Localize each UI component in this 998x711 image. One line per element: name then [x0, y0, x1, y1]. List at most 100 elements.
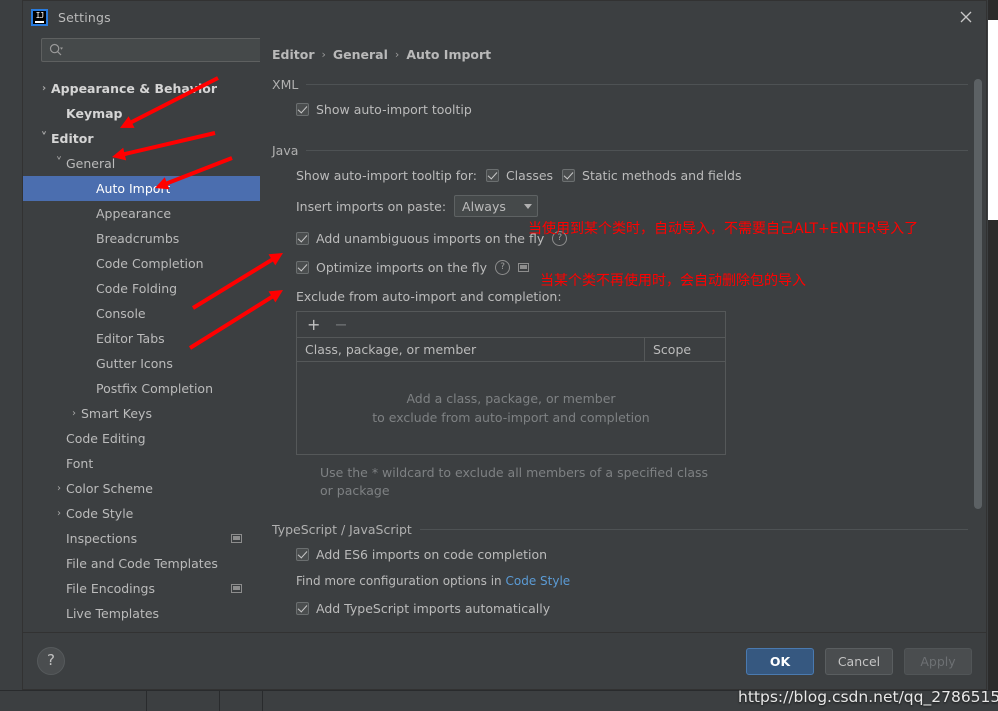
sidebar-item-code-folding[interactable]: Code Folding: [23, 276, 260, 301]
breadcrumb: Editor › General › Auto Import: [272, 33, 986, 62]
help-icon[interactable]: ?: [495, 260, 511, 275]
breadcrumb-item-0[interactable]: Editor: [272, 47, 315, 62]
dialog-title: Settings: [58, 9, 111, 25]
sidebar-item-font[interactable]: Font: [23, 451, 260, 476]
checkbox-label: Show auto-import tooltip: [316, 102, 472, 117]
row-add-typescript-imports[interactable]: Add TypeScript imports automatically: [296, 601, 986, 616]
sidebar-item-label: Editor: [51, 131, 94, 146]
sidebar-item-label: Code Editing: [66, 431, 146, 446]
chevron-right-icon[interactable]: ›: [52, 508, 66, 519]
sidebar-item-label: Inspections: [66, 531, 138, 546]
search-box[interactable]: [41, 38, 260, 62]
plus-icon[interactable]: +: [307, 316, 320, 333]
exclude-table-header: Class, package, or member Scope: [297, 338, 725, 362]
exclude-table-toolbar: + −: [297, 312, 725, 338]
sidebar-item-auto-import[interactable]: Auto Import: [23, 176, 260, 201]
help-icon[interactable]: ?: [552, 231, 568, 246]
help-question-icon[interactable]: ?: [37, 647, 65, 675]
sidebar-item-label: Appearance: [96, 206, 172, 221]
sidebar-item-label: General: [66, 156, 116, 171]
breadcrumb-item-2: Auto Import: [406, 47, 492, 62]
ok-button[interactable]: OK: [746, 647, 814, 675]
sidebar-item-label: Code Completion: [96, 256, 204, 271]
search-input[interactable]: [63, 43, 260, 57]
sidebar-item-breadcrumbs[interactable]: Breadcrumbs: [23, 226, 260, 251]
section-xml-title: XML: [272, 77, 986, 92]
row-add-unambiguous-imports[interactable]: Add unambiguous imports on the fly ?: [296, 231, 986, 246]
sidebar-item-label: Postfix Completion: [96, 381, 213, 396]
sidebar-item-color-scheme[interactable]: › Color Scheme: [23, 476, 260, 501]
exclude-table: + − Class, package, or member Scope Add …: [296, 311, 726, 455]
screen: Settings: [0, 0, 998, 711]
sidebar-item-live-templates[interactable]: Live Templates: [23, 601, 260, 626]
sidebar-item-appearance-behavior[interactable]: › Appearance & Behavior: [23, 76, 260, 101]
section-divider: [419, 529, 968, 530]
chevron-right-icon[interactable]: ›: [67, 408, 81, 419]
sidebar-item-gutter-icons[interactable]: Gutter Icons: [23, 351, 260, 376]
sidebar-item-label: Console: [96, 306, 146, 321]
checkbox-optimize-imports-on-the-fly[interactable]: [296, 261, 309, 274]
label-exclude-from-auto-import: Exclude from auto-import and completion:: [296, 289, 562, 304]
checkbox-label-static: Static methods and fields: [582, 168, 742, 183]
sidebar-item-keymap[interactable]: Keymap: [23, 101, 260, 126]
sidebar-item-code-style[interactable]: › Code Style: [23, 501, 260, 526]
row-add-es6-imports[interactable]: Add ES6 imports on code completion: [296, 547, 986, 562]
checkbox-add-es6-imports-on-code-completion[interactable]: [296, 548, 309, 561]
breadcrumb-item-1[interactable]: General: [333, 47, 388, 62]
checkbox-row-show-auto-import-tooltip[interactable]: Show auto-import tooltip: [296, 102, 986, 117]
checkbox-static-methods-and-fields[interactable]: [562, 169, 576, 182]
sidebar-item-code-completion[interactable]: Code Completion: [23, 251, 260, 276]
select-value: Always: [462, 198, 506, 214]
sidebar-item-inspections[interactable]: Inspections: [23, 526, 260, 551]
checkbox-label: Add unambiguous imports on the fly: [316, 231, 545, 246]
checkbox-classes[interactable]: [485, 169, 499, 182]
sidebar-item-code-editing[interactable]: Code Editing: [23, 426, 260, 451]
checkbox-add-unambiguous-imports-on-the-fly[interactable]: [296, 232, 309, 245]
sidebar-item-label: File Encodings: [66, 581, 156, 596]
sidebar-item-label: Gutter Icons: [96, 356, 173, 371]
dialog-buttons: OK Cancel Apply: [746, 647, 972, 675]
sidebar-item-editor-tabs[interactable]: Editor Tabs: [23, 326, 260, 351]
settings-dialog: Settings: [22, 0, 987, 690]
content-scrollbar-thumb[interactable]: [974, 79, 982, 509]
sidebar-item-label: Editor Tabs: [96, 331, 165, 346]
minus-icon: −: [334, 314, 348, 334]
checkbox-add-typescript-imports-automatically[interactable]: [296, 602, 309, 615]
section-divider: [306, 84, 968, 85]
row-optimize-imports[interactable]: Optimize imports on the fly ?: [296, 260, 986, 275]
sidebar-item-label: Live Templates: [66, 606, 160, 621]
project-scope-badge-icon: [231, 584, 242, 593]
chevron-right-icon[interactable]: ›: [52, 483, 66, 494]
project-scope-badge-icon: [518, 263, 530, 272]
chevron-right-icon: ›: [394, 48, 400, 61]
sidebar-item-postfix-completion[interactable]: Postfix Completion: [23, 376, 260, 401]
section-xml-label: XML: [272, 77, 299, 92]
ide-status-sep-1: [146, 690, 147, 711]
sidebar-item-label: Code Folding: [96, 281, 178, 296]
find-more-config-row: Find more configuration options in Code …: [296, 574, 986, 588]
cancel-button[interactable]: Cancel: [825, 647, 893, 675]
section-typescript-body: Add ES6 imports on code completion Find …: [272, 537, 986, 616]
ide-status-sep-2: [219, 690, 220, 711]
checkbox-show-auto-import-tooltip[interactable]: [296, 103, 309, 116]
sidebar-item-appearance[interactable]: Appearance: [23, 201, 260, 226]
sidebar-item-general[interactable]: ˅ General: [23, 151, 260, 176]
sidebar-item-label: Appearance & Behavior: [51, 81, 217, 96]
sidebar-item-console[interactable]: Console: [23, 301, 260, 326]
sidebar-item-smart-keys[interactable]: › Smart Keys: [23, 401, 260, 426]
close-icon[interactable]: [956, 7, 976, 27]
exclude-table-empty-state: Add a class, package, or member to exclu…: [297, 362, 725, 454]
settings-content: Editor › General › Auto Import XML Show …: [260, 33, 986, 632]
row-show-auto-import-tooltip-for: Show auto-import tooltip for: Classes St…: [296, 168, 986, 183]
settings-tree[interactable]: › Appearance & Behavior Keymap ˅ Editor ˅ Gene…: [23, 70, 260, 632]
sidebar-item-file-encodings[interactable]: File Encodings: [23, 576, 260, 601]
sidebar-item-file-and-code-templates[interactable]: File and Code Templates: [23, 551, 260, 576]
sidebar-item-editor[interactable]: ˅ Editor: [23, 126, 260, 151]
label-tooltip-for: Show auto-import tooltip for:: [296, 168, 477, 183]
search-wrap: [23, 33, 260, 70]
chevron-down-icon[interactable]: ˅: [52, 157, 66, 170]
select-insert-imports-on-paste[interactable]: Always: [454, 195, 539, 217]
chevron-down-icon[interactable]: ˅: [37, 132, 51, 145]
code-style-link[interactable]: Code Style: [505, 574, 570, 588]
chevron-right-icon[interactable]: ›: [37, 83, 51, 94]
